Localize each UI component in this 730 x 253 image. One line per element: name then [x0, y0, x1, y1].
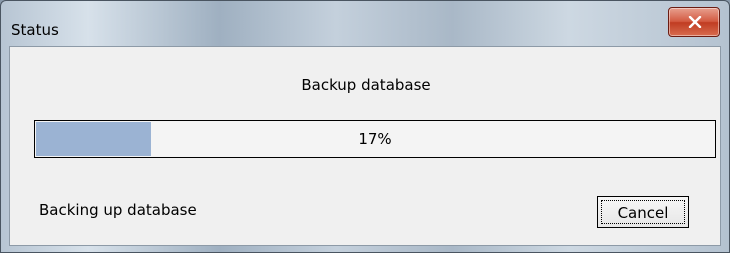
dialog-body: Backup database 17% Backing up database …	[9, 46, 721, 246]
cancel-button[interactable]: Cancel	[597, 196, 689, 228]
progress-percent: 17%	[358, 130, 392, 148]
close-button[interactable]	[668, 7, 720, 37]
close-x-icon	[688, 16, 702, 28]
operation-heading: Backup database	[301, 76, 431, 94]
title-bar[interactable]: Status	[1, 1, 729, 45]
window-title: Status	[11, 21, 59, 39]
status-message: Backing up database	[39, 201, 197, 219]
status-dialog-window: Status Backup database 17% Backing up da…	[0, 0, 730, 253]
cancel-button-label: Cancel	[601, 200, 685, 224]
progress-bar: 17%	[34, 120, 716, 158]
